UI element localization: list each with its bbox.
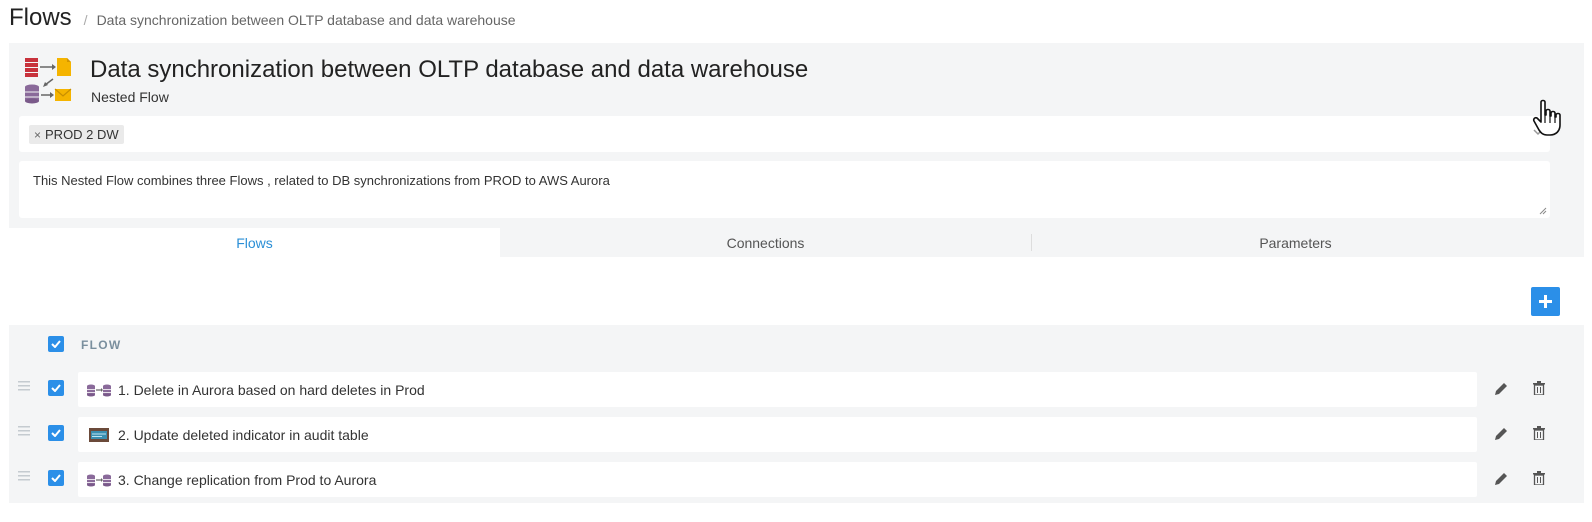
row-checkbox[interactable] [48, 425, 64, 441]
row-checkbox[interactable] [48, 380, 64, 396]
flow-type-label: Nested Flow [91, 89, 169, 105]
breadcrumb-root-link[interactable]: Flows [9, 4, 72, 32]
description-text: This Nested Flow combines three Flows , … [33, 173, 610, 188]
flow-item-label: 1. Delete in Aurora based on hard delete… [118, 381, 425, 398]
select-all-checkbox[interactable] [48, 336, 64, 352]
tab-flows[interactable]: Flows [9, 228, 500, 257]
flow-list: 1. Delete in Aurora based on hard delete… [9, 365, 1584, 503]
pencil-icon[interactable] [1495, 427, 1508, 440]
check-icon [51, 429, 61, 437]
breadcrumb-separator: / [83, 12, 88, 28]
check-icon [51, 340, 61, 348]
flow-title[interactable]: Data synchronization between OLTP databa… [90, 56, 808, 84]
check-icon [51, 384, 61, 392]
db-to-db-icon [87, 384, 111, 396]
resize-handle-icon[interactable] [1539, 207, 1547, 215]
flow-item-link[interactable]: 2. Update deleted indicator in audit tab… [78, 417, 1477, 452]
row-checkbox[interactable] [48, 470, 64, 486]
drag-handle-icon[interactable] [18, 471, 30, 481]
chevron-down-icon[interactable] [1532, 126, 1544, 138]
tag-chip: × PROD 2 DW [29, 125, 124, 144]
add-flow-button[interactable] [1531, 287, 1560, 316]
tag-remove-button[interactable]: × [34, 128, 41, 142]
tag-label: PROD 2 DW [45, 127, 119, 142]
flow-item-link[interactable]: 3. Change replication from Prod to Auror… [78, 462, 1477, 497]
db-to-db-icon [87, 474, 111, 486]
sql-script-icon [89, 427, 109, 442]
column-header-flow[interactable]: FLOW [81, 338, 122, 352]
flow-item-link[interactable]: 1. Delete in Aurora based on hard delete… [78, 372, 1477, 407]
trash-icon[interactable] [1533, 471, 1545, 485]
trash-icon[interactable] [1533, 426, 1545, 440]
table-row: 2. Update deleted indicator in audit tab… [9, 410, 1584, 455]
nested-flow-icon [25, 58, 72, 104]
breadcrumb: Flows / Data synchronization between OLT… [9, 4, 516, 34]
flow-item-label: 2. Update deleted indicator in audit tab… [118, 426, 369, 443]
table-row: 1. Delete in Aurora based on hard delete… [9, 365, 1584, 410]
tab-parameters[interactable]: Parameters [1032, 228, 1559, 257]
pencil-icon[interactable] [1495, 382, 1508, 395]
drag-handle-icon[interactable] [18, 381, 30, 391]
plus-icon [1539, 295, 1552, 308]
tab-bar: Flows Connections Parameters [9, 228, 1584, 257]
tab-connections[interactable]: Connections [500, 228, 1031, 257]
description-textarea[interactable]: This Nested Flow combines three Flows , … [19, 161, 1550, 218]
pencil-icon[interactable] [1495, 472, 1508, 485]
flow-header-panel: Data synchronization between OLTP databa… [9, 43, 1584, 228]
tags-input[interactable]: × PROD 2 DW [19, 116, 1550, 152]
table-row: 3. Change replication from Prod to Auror… [9, 455, 1584, 500]
breadcrumb-current: Data synchronization between OLTP databa… [96, 12, 516, 28]
trash-icon[interactable] [1533, 381, 1545, 395]
drag-handle-icon[interactable] [18, 426, 30, 436]
check-icon [51, 474, 61, 482]
table-header: FLOW [9, 325, 1584, 365]
flow-item-label: 3. Change replication from Prod to Auror… [118, 471, 377, 488]
